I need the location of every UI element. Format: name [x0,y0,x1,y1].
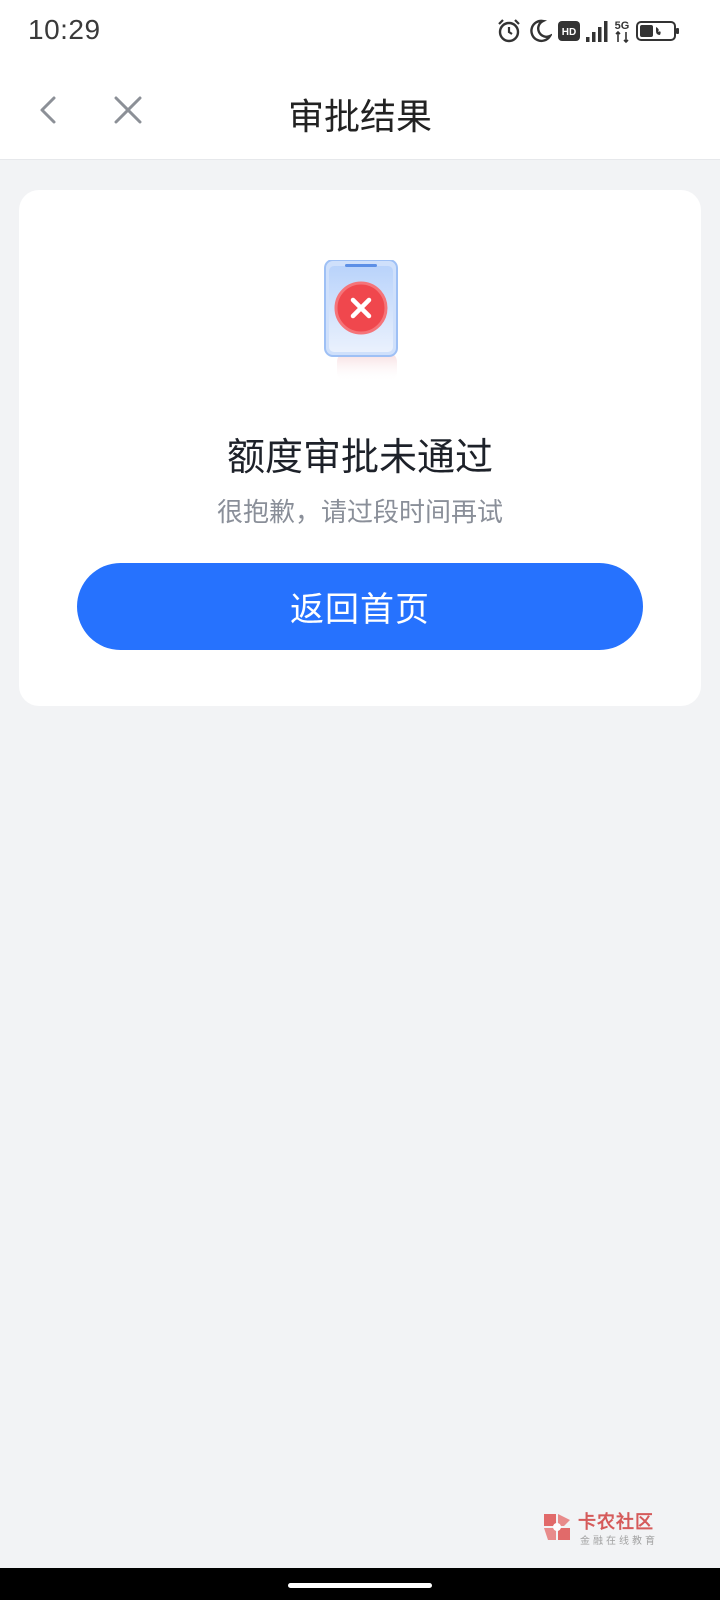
page-title: 审批结果 [287,97,432,138]
hd-icon: HD [558,21,580,41]
result-title: 额度审批未通过 [226,435,493,479]
status-icons: HD 5G [496,16,680,46]
signal-icon [586,21,608,42]
home-indicator[interactable] [288,1583,432,1588]
svg-text:5G: 5G [615,20,630,32]
result-card: 额度审批未通过 很抱歉，请过段时间再试 返回首页 [19,190,701,706]
watermark-name: 卡农社区 [578,1512,654,1533]
watermark: 卡农社区 金融在线教育 [540,1508,670,1548]
5g-icon: 5G [615,20,630,44]
screen: 10:29 HD 5G 审批结果 额度审批未通过 很抱歉，请过段时间再试 返回首… [0,0,720,1600]
alarm-icon [498,19,520,43]
nav-bar: 审批结果 [0,62,720,160]
result-subtitle: 很抱歉，请过段时间再试 [216,498,503,528]
svg-text:HD: HD [562,27,576,38]
watermark-tagline: 金融在线教育 [580,1536,658,1547]
kanong-logo-icon [544,1514,570,1540]
status-bar: 10:29 HD 5G [0,0,720,62]
return-home-button[interactable]: 返回首页 [77,563,643,650]
phone-rejected-icon [324,260,398,382]
moon-icon [530,19,552,43]
battery-icon [636,21,679,41]
status-time: 10:29 [28,14,101,45]
